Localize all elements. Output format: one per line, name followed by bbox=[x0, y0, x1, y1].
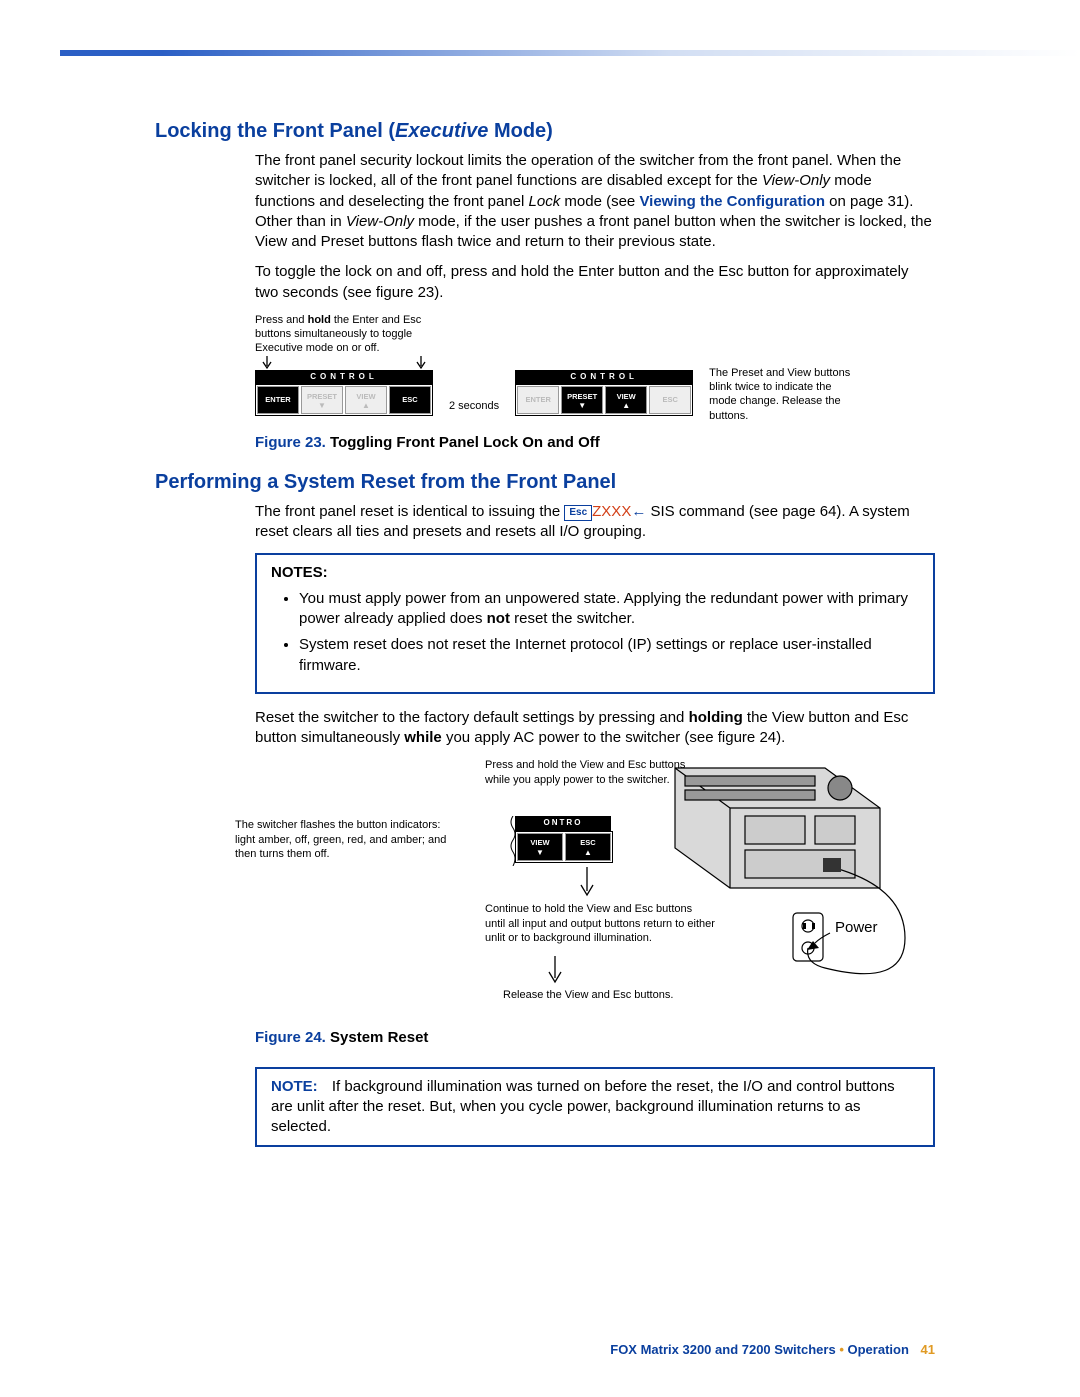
fig24-num: Figure 24. bbox=[255, 1029, 326, 1046]
footer-section: Operation bbox=[848, 1342, 909, 1357]
view-button-icon-3: VIEW▼ bbox=[517, 833, 563, 861]
note-final-title: NOTE: bbox=[271, 1078, 318, 1095]
final-note-box: NOTE: If background illumination was tur… bbox=[255, 1067, 935, 1148]
section1-title-italic: Executive bbox=[395, 120, 488, 142]
section1-p1: The front panel security lockout limits … bbox=[255, 151, 935, 252]
section1-p2: To toggle the lock on and off, press and… bbox=[255, 262, 935, 303]
arrow-down-icon-2 bbox=[519, 956, 599, 991]
footer-dot-icon: • bbox=[839, 1342, 844, 1357]
torn-edge-icon bbox=[509, 816, 517, 866]
s1p1d: Lock bbox=[529, 193, 561, 210]
section2-p2: Reset the switcher to the factory defaul… bbox=[255, 708, 935, 749]
figure-24: Press and hold the View and Esc buttons … bbox=[255, 758, 935, 1018]
fig23-right-note: The Preset and View buttons blink twice … bbox=[709, 356, 859, 423]
fig23-left-caption: Press and hold the Enter and Esc buttons… bbox=[255, 313, 450, 356]
n1c: reset the switcher. bbox=[510, 610, 635, 627]
section2-heading: Performing a System Reset from the Front… bbox=[155, 471, 935, 494]
fig23-num: Figure 23. bbox=[255, 434, 326, 451]
section1-title-tail: Mode) bbox=[488, 120, 552, 142]
preset-button-icon: PRESET▼ bbox=[301, 386, 343, 414]
viewing-config-link[interactable]: Viewing the Configuration bbox=[639, 193, 825, 210]
notes-box: NOTES: You must apply power from an unpo… bbox=[255, 553, 935, 694]
notes-title: NOTES: bbox=[271, 564, 328, 581]
s2p2d: while bbox=[404, 729, 442, 746]
preset-button-icon-2: PRESET▼ bbox=[561, 386, 603, 414]
fig23-left-a: Press and bbox=[255, 314, 308, 326]
sis-command: ZXXX bbox=[592, 503, 631, 520]
notes-list: You must apply power from an unpowered s… bbox=[271, 589, 919, 676]
section1-title-a: Locking the Front Panel ( bbox=[155, 120, 395, 142]
esc-button-icon-2: ESC bbox=[649, 386, 691, 414]
fig24-title: System Reset bbox=[330, 1029, 428, 1046]
fig24-note-left: The switcher flashes the button indicato… bbox=[235, 818, 450, 861]
section1-body: The front panel security lockout limits … bbox=[255, 151, 935, 453]
control-label-1: CONTROL bbox=[255, 370, 433, 385]
device-illustration bbox=[655, 758, 935, 1008]
figure-23-caption: Figure 23. Toggling Front Panel Lock On … bbox=[255, 433, 935, 453]
control-label-2: CONTROL bbox=[515, 370, 693, 385]
figure-24-caption: Figure 24. System Reset bbox=[255, 1028, 935, 1048]
fig23-mid-label: 2 seconds bbox=[449, 365, 499, 414]
view-button-icon-2: VIEW▲ bbox=[605, 386, 647, 414]
fig23-panels: CONTROL ENTER PRESET▼ VIEW▲ ESC 2 second… bbox=[255, 356, 859, 423]
s1p1e: mode (see bbox=[560, 193, 639, 210]
enter-button-icon-2: ENTER bbox=[517, 386, 559, 414]
content-area: Locking the Front Panel (Executive Mode)… bbox=[0, 120, 1080, 1147]
s2p2a: Reset the switcher to the factory defaul… bbox=[255, 709, 689, 726]
s2p1a: The front panel reset is identical to is… bbox=[255, 503, 564, 520]
section1-heading: Locking the Front Panel (Executive Mode) bbox=[155, 120, 935, 143]
page-footer: FOX Matrix 3200 and 7200 Switchers • Ope… bbox=[610, 1342, 935, 1357]
n1b: not bbox=[487, 610, 510, 627]
esc-button-icon: ESC bbox=[389, 386, 431, 414]
figure-23: Press and hold the Enter and Esc buttons… bbox=[255, 313, 935, 423]
s1p1g: View-Only bbox=[346, 213, 414, 230]
esc-button-icon-3: ESC▲ bbox=[565, 833, 611, 861]
arrow-down-left bbox=[255, 356, 433, 370]
note-final-body: If background illumination was turned on… bbox=[271, 1078, 895, 1136]
footer-text: FOX Matrix 3200 and 7200 Switchers bbox=[610, 1342, 835, 1357]
s2p2b: holding bbox=[689, 709, 743, 726]
enter-button-icon: ENTER bbox=[257, 386, 299, 414]
page: Locking the Front Panel (Executive Mode)… bbox=[0, 0, 1080, 1397]
note-item-2: System reset does not reset the Internet… bbox=[299, 635, 919, 676]
control-panel-right: CONTROL ENTER PRESET▼ VIEW▲ ESC bbox=[515, 356, 693, 417]
arrow-down-icon bbox=[515, 863, 631, 899]
sis-esc-badge: Esc bbox=[564, 505, 592, 521]
page-number: 41 bbox=[921, 1342, 935, 1357]
fig24-small-panel: ONTRO VIEW▼ ESC▲ bbox=[515, 816, 631, 899]
fig23-left-b: hold bbox=[308, 314, 331, 326]
note-item-1: You must apply power from an unpowered s… bbox=[299, 589, 919, 630]
fig23-title: Toggling Front Panel Lock On and Off bbox=[330, 434, 600, 451]
s2p2e: you apply AC power to the switcher (see … bbox=[442, 729, 786, 746]
view-button-icon: VIEW▲ bbox=[345, 386, 387, 414]
fig24-ctrl-label: ONTRO bbox=[515, 816, 611, 831]
control-panel-left: CONTROL ENTER PRESET▼ VIEW▲ ESC bbox=[255, 356, 433, 417]
section2-body: The front panel reset is identical to is… bbox=[255, 502, 935, 1147]
s1p1b: View-Only bbox=[762, 172, 830, 189]
top-stripe bbox=[60, 50, 1080, 56]
sis-arrow-icon: ← bbox=[631, 503, 646, 520]
section2-p1: The front panel reset is identical to is… bbox=[255, 502, 935, 543]
